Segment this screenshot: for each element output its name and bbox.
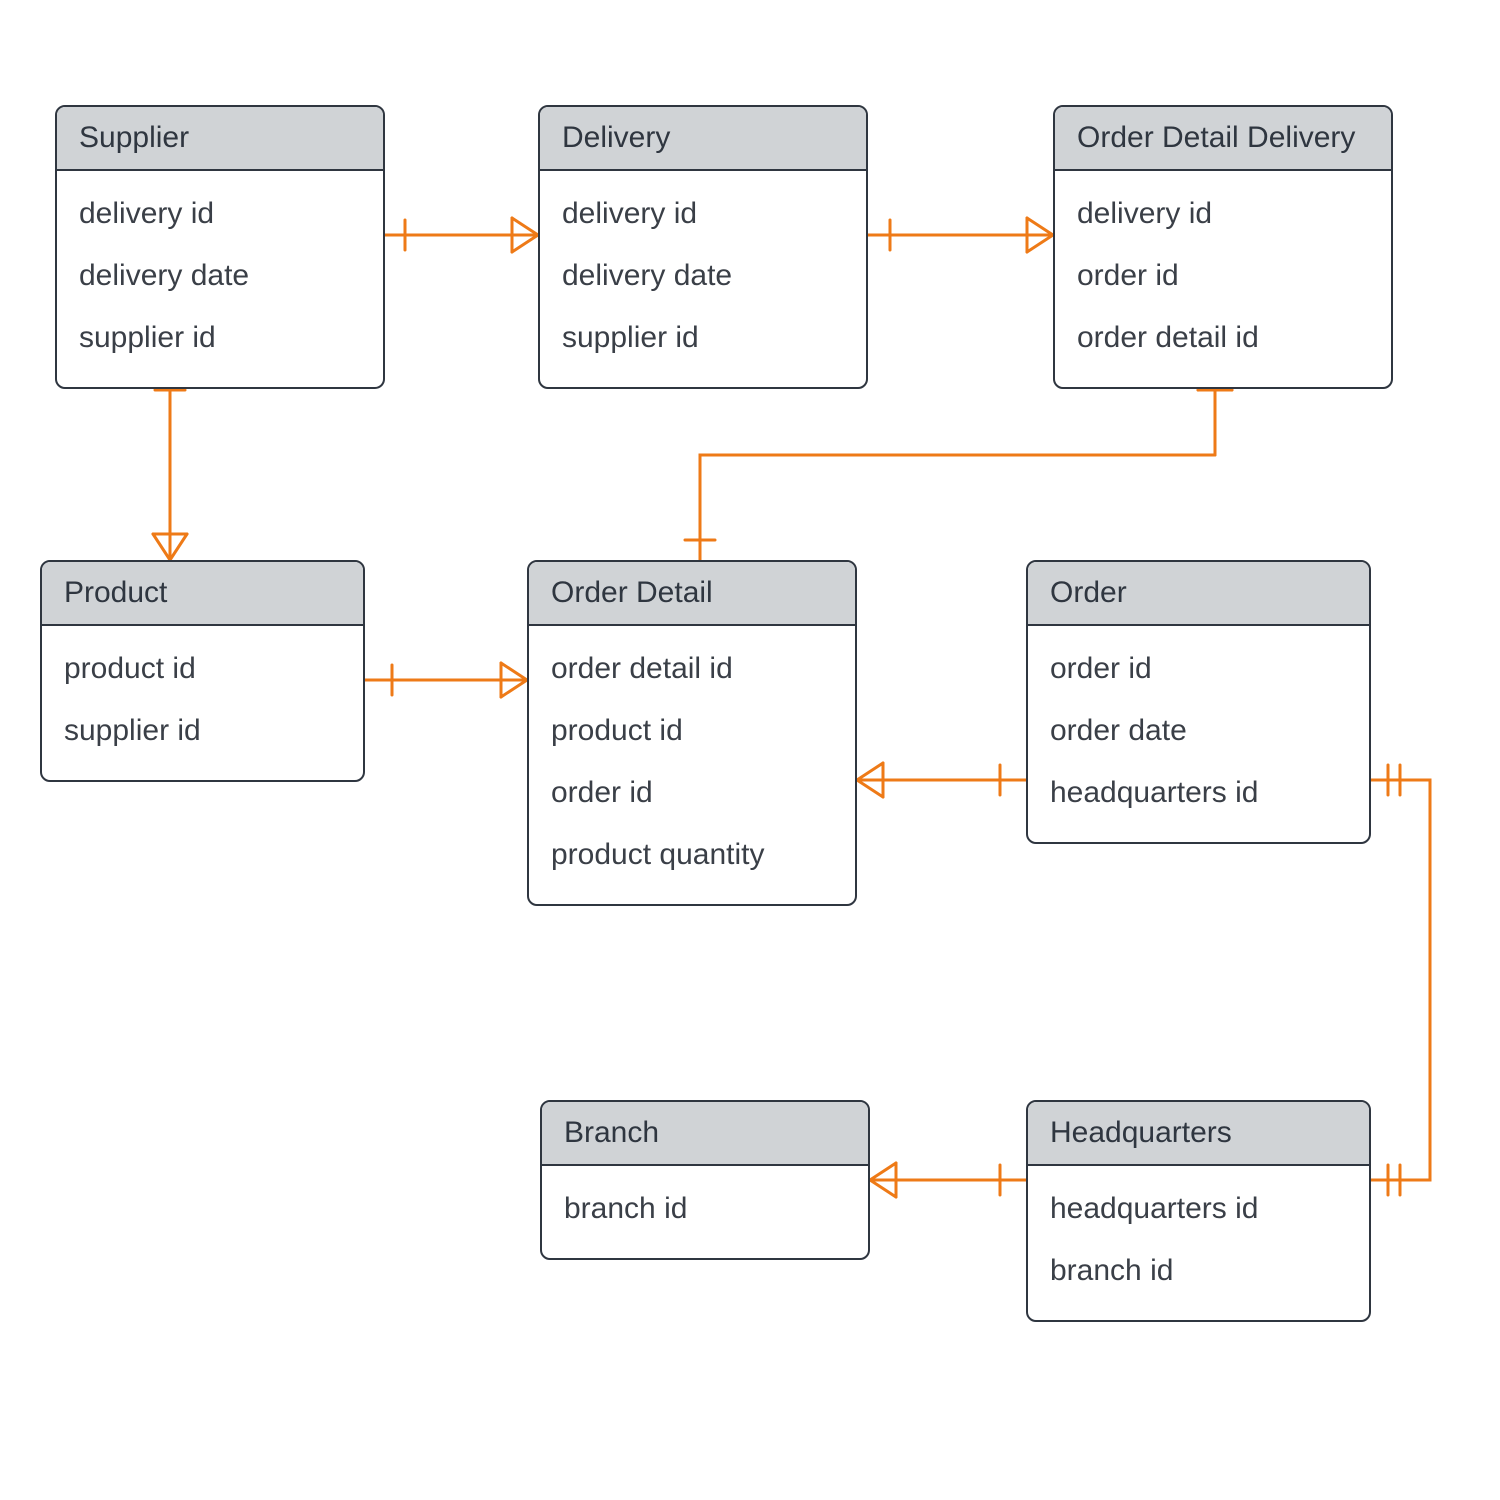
entity-attr: branch id bbox=[564, 1178, 846, 1240]
entity-title: Delivery bbox=[540, 107, 866, 171]
entity-attr: order id bbox=[1050, 638, 1347, 700]
entity-attr: order id bbox=[1077, 245, 1369, 307]
entity-title: Order Detail bbox=[529, 562, 855, 626]
rel-order-hq bbox=[1370, 780, 1430, 1180]
entity-attr: product id bbox=[64, 638, 341, 700]
entity-supplier[interactable]: Supplier delivery id delivery date suppl… bbox=[55, 105, 385, 389]
rel-orderdetail-odd bbox=[700, 455, 1215, 560]
entity-attr: order detail id bbox=[551, 638, 833, 700]
entity-attr: product quantity bbox=[551, 824, 833, 886]
entity-title: Order Detail Delivery bbox=[1055, 107, 1391, 171]
entity-attr: headquarters id bbox=[1050, 762, 1347, 824]
entity-title: Branch bbox=[542, 1102, 868, 1166]
entity-attr: delivery id bbox=[79, 183, 361, 245]
entity-attr: branch id bbox=[1050, 1240, 1347, 1302]
entity-attr: delivery date bbox=[562, 245, 844, 307]
entity-attr: delivery id bbox=[562, 183, 844, 245]
entity-title: Supplier bbox=[57, 107, 383, 171]
entity-branch[interactable]: Branch branch id bbox=[540, 1100, 870, 1260]
entity-attr: product id bbox=[551, 700, 833, 762]
entity-attr: delivery id bbox=[1077, 183, 1369, 245]
entity-title: Order bbox=[1028, 562, 1369, 626]
entity-attr: delivery date bbox=[79, 245, 361, 307]
entity-attr: supplier id bbox=[79, 307, 361, 369]
entity-order[interactable]: Order order id order date headquarters i… bbox=[1026, 560, 1371, 844]
entity-attr: headquarters id bbox=[1050, 1178, 1347, 1240]
entity-title: Headquarters bbox=[1028, 1102, 1369, 1166]
entity-order-detail[interactable]: Order Detail order detail id product id … bbox=[527, 560, 857, 906]
entity-attr: order id bbox=[551, 762, 833, 824]
entity-title: Product bbox=[42, 562, 363, 626]
entity-attr: order detail id bbox=[1077, 307, 1369, 369]
entity-headquarters[interactable]: Headquarters headquarters id branch id bbox=[1026, 1100, 1371, 1322]
entity-attr: supplier id bbox=[64, 700, 341, 762]
entity-product[interactable]: Product product id supplier id bbox=[40, 560, 365, 782]
entity-delivery[interactable]: Delivery delivery id delivery date suppl… bbox=[538, 105, 868, 389]
entity-attr: order date bbox=[1050, 700, 1347, 762]
entity-attr: supplier id bbox=[562, 307, 844, 369]
entity-order-detail-delivery[interactable]: Order Detail Delivery delivery id order … bbox=[1053, 105, 1393, 389]
